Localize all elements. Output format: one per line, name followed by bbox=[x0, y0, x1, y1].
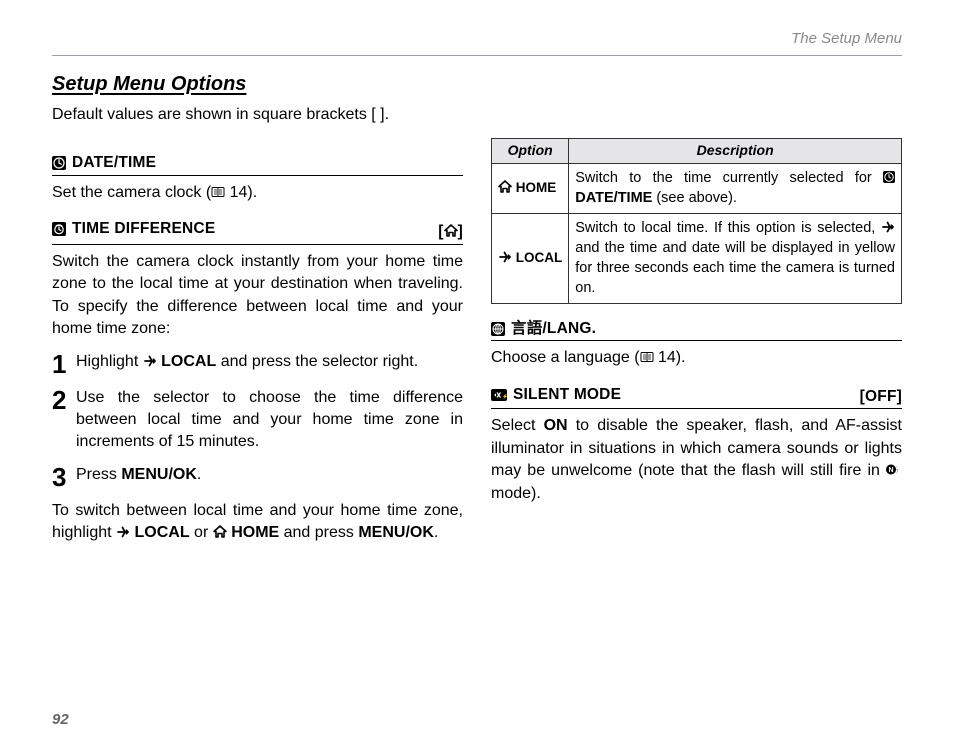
th-option: Option bbox=[492, 139, 569, 164]
section-title: Setup Menu Options bbox=[52, 70, 902, 98]
text: Set the camera clock ( bbox=[52, 184, 211, 201]
text: Switch to the time currently selected fo… bbox=[575, 170, 883, 186]
heading-label: DATE/TIME bbox=[72, 152, 156, 174]
options-table: Option Description HOME Switch to the ti… bbox=[491, 138, 902, 303]
text: . bbox=[197, 466, 201, 483]
left-column: DATE/TIME Set the camera clock ( 14). TI… bbox=[52, 138, 463, 554]
text: Highlight bbox=[76, 353, 143, 370]
book-icon bbox=[640, 350, 654, 363]
home-icon bbox=[444, 224, 458, 237]
text: 14). bbox=[225, 184, 257, 201]
step-item: Use the selector to choose the time diff… bbox=[52, 387, 463, 454]
home-icon bbox=[213, 525, 227, 538]
plane-icon bbox=[143, 354, 157, 367]
step-item: Press MENU/OK. bbox=[52, 464, 463, 490]
silent-body: Select ON to disable the speaker, flash,… bbox=[491, 415, 902, 505]
book-icon bbox=[211, 185, 225, 198]
plane-icon bbox=[116, 525, 130, 538]
silent-icon bbox=[491, 389, 507, 401]
text: MENU/OK bbox=[358, 524, 434, 541]
text: and the time and date will be displayed … bbox=[575, 240, 895, 297]
cell-option: LOCAL bbox=[492, 213, 569, 303]
text: and press the selector right. bbox=[216, 353, 418, 370]
table-row: LOCAL Switch to local time. If this opti… bbox=[492, 213, 902, 303]
plane-icon bbox=[498, 250, 512, 263]
text: and press bbox=[279, 524, 358, 541]
text: mode). bbox=[491, 485, 541, 502]
intro-text: Default values are shown in square brack… bbox=[52, 104, 902, 126]
time-diff-footer: To switch between local time and your ho… bbox=[52, 500, 463, 545]
table-row: HOME Switch to the time currently select… bbox=[492, 163, 902, 213]
heading-date-time: DATE/TIME bbox=[52, 152, 463, 176]
text: HOME bbox=[516, 180, 557, 195]
heading-lang: 言語/LANG. bbox=[491, 318, 902, 342]
cell-desc: Switch to local time. If this option is … bbox=[569, 213, 902, 303]
page-number: 92 bbox=[52, 709, 69, 730]
text: LOCAL bbox=[516, 250, 563, 265]
date-time-body: Set the camera clock ( 14). bbox=[52, 182, 463, 204]
text: Choose a language ( bbox=[491, 349, 640, 366]
text: Press bbox=[76, 466, 121, 483]
text: . bbox=[434, 524, 438, 541]
text: LOCAL bbox=[135, 524, 190, 541]
cell-desc: Switch to the time currently selected fo… bbox=[569, 163, 902, 213]
default-value: [] bbox=[438, 221, 463, 243]
natural-flash-icon bbox=[886, 463, 902, 476]
heading-silent-mode: SILENT MODE [OFF] bbox=[491, 384, 902, 410]
text: or bbox=[190, 524, 213, 541]
clock-icon bbox=[52, 156, 66, 170]
top-rule bbox=[52, 55, 902, 56]
text: (see above). bbox=[652, 190, 737, 206]
default-value: [OFF] bbox=[860, 386, 902, 408]
plane-icon bbox=[881, 220, 895, 233]
text: HOME bbox=[231, 524, 279, 541]
text: Use the selector to choose the time diff… bbox=[76, 387, 463, 454]
text: Select bbox=[491, 417, 544, 434]
steps-list: Highlight LOCAL and press the selector r… bbox=[52, 351, 463, 490]
heading-label: 言語/LANG. bbox=[511, 318, 596, 340]
text: ] bbox=[458, 223, 463, 240]
heading-label: SILENT MODE bbox=[513, 384, 621, 406]
right-column: Option Description HOME Switch to the ti… bbox=[491, 138, 902, 554]
heading-label: TIME DIFFERENCE bbox=[72, 218, 215, 240]
running-head: The Setup Menu bbox=[52, 28, 902, 49]
cell-option: HOME bbox=[492, 163, 569, 213]
globe-icon bbox=[491, 322, 505, 336]
home-icon bbox=[498, 180, 512, 193]
lang-body: Choose a language ( 14). bbox=[491, 347, 902, 369]
clock-icon bbox=[883, 171, 895, 184]
time-diff-body: Switch the camera clock instantly from y… bbox=[52, 251, 463, 341]
text: Switch to local time. If this option is … bbox=[575, 220, 881, 236]
text: 14). bbox=[654, 349, 686, 366]
text: DATE/TIME bbox=[575, 190, 652, 206]
text: ON bbox=[544, 417, 568, 434]
step-item: Highlight LOCAL and press the selector r… bbox=[52, 351, 463, 377]
th-description: Description bbox=[569, 139, 902, 164]
text: LOCAL bbox=[161, 353, 216, 370]
time-diff-icon bbox=[52, 222, 66, 236]
heading-time-difference: TIME DIFFERENCE [] bbox=[52, 218, 463, 245]
text: MENU/OK bbox=[121, 466, 197, 483]
